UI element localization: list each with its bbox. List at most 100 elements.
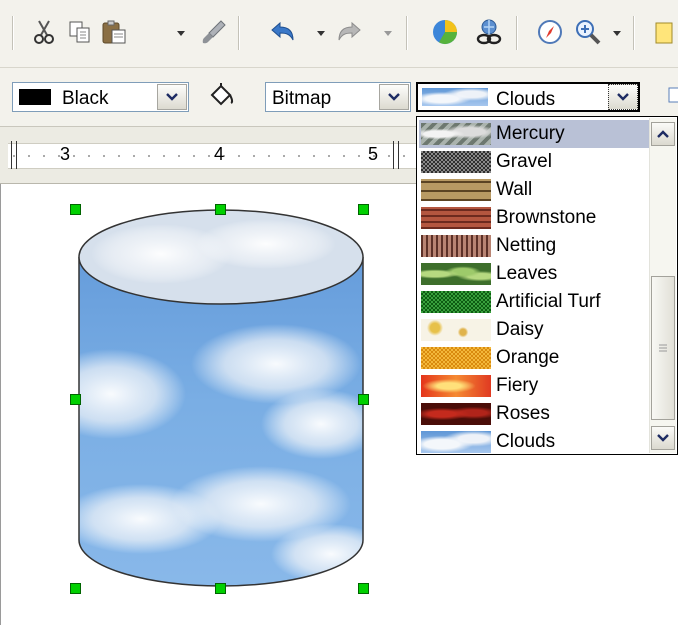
- area-fill-button[interactable]: [207, 82, 235, 110]
- bitmap-option-clouds[interactable]: Clouds: [419, 428, 650, 456]
- bitmap-option-label: Daisy: [496, 319, 544, 340]
- bitmap-option-wall[interactable]: Wall: [419, 176, 650, 204]
- toolbar-separator: [12, 16, 14, 50]
- leaves-swatch: [421, 263, 491, 285]
- redo-list-arrow[interactable]: [383, 29, 393, 37]
- cut-icon: [34, 20, 54, 44]
- hyperlink-icon: [476, 19, 502, 45]
- ruler-mark: 3: [60, 144, 71, 164]
- selection-handle[interactable]: [70, 394, 81, 405]
- line-color-label: Black: [62, 88, 109, 109]
- bitmap-option-daisy[interactable]: Daisy: [419, 316, 650, 344]
- chart-icon: [433, 20, 457, 45]
- line-color-combo[interactable]: Black: [12, 82, 189, 112]
- wall-swatch: [421, 179, 491, 201]
- fill-style-label: Bitmap: [272, 88, 332, 109]
- fill-bitmap-combo[interactable]: Clouds: [416, 82, 640, 112]
- chevron-down-icon: [388, 93, 400, 101]
- bitmap-dropdown-list[interactable]: Mercury Gravel Wall Brownstone Netting Leaves…: [416, 116, 678, 455]
- toolbar-separator: [516, 16, 518, 50]
- bitmap-option-label: Mercury: [496, 123, 565, 144]
- dropdown-scrollbar[interactable]: [649, 118, 676, 453]
- bitmap-option-label: Orange: [496, 347, 560, 368]
- chevron-up-icon: [657, 130, 669, 138]
- standard-toolbar: [0, 0, 678, 68]
- shadow-icon: [668, 87, 678, 103]
- scroll-up-button[interactable]: [651, 122, 675, 146]
- help-icon: [655, 22, 673, 44]
- selection-handle[interactable]: [358, 204, 369, 215]
- undo-icon: [271, 21, 294, 41]
- fill-bitmap-label: Clouds: [496, 89, 556, 110]
- undo-list-arrow[interactable]: [316, 29, 326, 37]
- navigator-icon: [538, 20, 562, 44]
- selection-handle[interactable]: [215, 583, 226, 594]
- chevron-down-icon: [617, 93, 629, 101]
- bitmap-option-roses[interactable]: Roses: [419, 400, 650, 428]
- bitmap-option-turf[interactable]: Artificial Turf: [419, 288, 650, 316]
- gravel-swatch: [421, 151, 491, 173]
- zoom-button[interactable]: [574, 18, 602, 46]
- line-color-dropdown-button[interactable]: [157, 84, 187, 110]
- ruler-margin-marker[interactable]: [393, 141, 399, 169]
- chevron-down-icon: [317, 30, 325, 36]
- fill-style-dropdown-button[interactable]: [379, 84, 409, 110]
- bitmap-option-label: Netting: [496, 235, 557, 256]
- orange-swatch: [421, 347, 491, 369]
- bitmap-option-fiery[interactable]: Fiery: [419, 372, 650, 400]
- selection-handle[interactable]: [358, 394, 369, 405]
- fiery-swatch: [421, 375, 491, 397]
- shadow-button[interactable]: [668, 87, 678, 107]
- fill-style-combo[interactable]: Bitmap: [265, 82, 411, 112]
- bitmap-option-leaves[interactable]: Leaves: [419, 260, 650, 288]
- selection-handle[interactable]: [70, 583, 81, 594]
- paste-icon: [102, 20, 126, 44]
- hyperlink-button[interactable]: [475, 18, 503, 46]
- selection-handle[interactable]: [70, 204, 81, 215]
- netting-swatch: [421, 235, 491, 257]
- chevron-down-icon: [657, 434, 669, 442]
- paint-bucket-icon: [210, 83, 234, 106]
- bitmap-option-label: Wall: [496, 179, 533, 200]
- turf-swatch: [421, 291, 491, 313]
- bitmap-option-brownstone[interactable]: Brownstone: [419, 204, 650, 232]
- navigator-button[interactable]: [536, 18, 564, 46]
- copy-button[interactable]: [66, 18, 94, 46]
- toolbar-separator: [406, 16, 408, 50]
- roses-swatch: [421, 403, 491, 425]
- chevron-down-icon: [384, 30, 392, 36]
- chevron-down-icon: [177, 30, 185, 36]
- bitmap-option-gravel[interactable]: Gravel: [419, 148, 650, 176]
- ruler-mark: 4: [214, 144, 225, 164]
- redo-button[interactable]: [336, 18, 364, 46]
- toolbar-separator: [238, 16, 240, 50]
- bitmap-option-label: Leaves: [496, 263, 558, 284]
- bitmap-option-mercury[interactable]: Mercury: [419, 120, 650, 148]
- undo-button[interactable]: [268, 18, 296, 46]
- ruler-mark: 5: [368, 144, 379, 164]
- grip-icon: [659, 344, 667, 352]
- selection-handle[interactable]: [215, 204, 226, 215]
- help-button[interactable]: [650, 18, 676, 46]
- cut-button[interactable]: [30, 18, 58, 46]
- bitmap-option-label: Gravel: [496, 151, 552, 172]
- redo-icon: [338, 21, 361, 41]
- bitmap-option-label: Brownstone: [496, 207, 597, 228]
- scroll-down-button[interactable]: [651, 426, 675, 450]
- paste-options-arrow[interactable]: [176, 29, 186, 37]
- chevron-down-icon: [166, 93, 178, 101]
- zoom-menu-arrow[interactable]: [612, 29, 622, 37]
- clone-formatting-button[interactable]: [200, 18, 228, 46]
- scroll-thumb[interactable]: [651, 276, 675, 420]
- ruler-margin-marker[interactable]: [11, 141, 17, 169]
- bitmap-option-netting[interactable]: Netting: [419, 232, 650, 260]
- fill-bitmap-dropdown-button[interactable]: [608, 84, 638, 110]
- bitmap-option-orange[interactable]: Orange: [419, 344, 650, 372]
- selection-handle[interactable]: [358, 583, 369, 594]
- bitmap-option-label: Clouds: [496, 431, 556, 452]
- paste-button[interactable]: [100, 18, 128, 46]
- chart-button[interactable]: [431, 18, 459, 46]
- format-paintbrush-icon: [202, 20, 226, 44]
- bitmap-option-label: Roses: [496, 403, 550, 424]
- daisy-swatch: [421, 319, 491, 341]
